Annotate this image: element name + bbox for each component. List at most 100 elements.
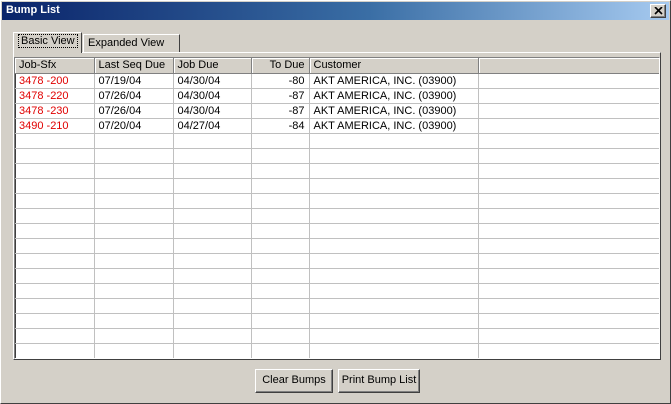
column-header-customer[interactable]: Customer — [309, 58, 479, 74]
empty-cell — [478, 208, 659, 224]
column-header-job-due[interactable]: Job Due — [173, 58, 252, 74]
column-header-filler — [478, 58, 659, 74]
close-icon — [654, 7, 663, 15]
print-bump-list-button[interactable]: Print Bump List — [338, 369, 420, 393]
empty-cell — [251, 238, 310, 254]
empty-cell — [251, 268, 310, 284]
empty-cell — [15, 178, 95, 194]
tab-expanded-view[interactable]: Expanded View — [83, 34, 180, 52]
table-header-row: Job-Sfx Last Seq Due Job Due To Due Cust… — [15, 58, 659, 74]
empty-cell — [15, 253, 95, 269]
empty-cell — [94, 163, 174, 179]
cell-customer: AKT AMERICA, INC. (03900) — [309, 73, 479, 89]
empty-cell — [94, 253, 174, 269]
cell-job-sfx: 3478 -200 — [15, 73, 95, 89]
bump-list-window: Bump List Basic View Expanded View Job-S… — [0, 0, 671, 404]
empty-cell — [173, 253, 252, 269]
empty-table-row — [15, 313, 659, 329]
table-row[interactable]: 3490 -210 07/20/04 04/27/04 -84 AKT AMER… — [15, 118, 659, 134]
empty-cell — [173, 298, 252, 314]
table-row[interactable]: 3478 -220 07/26/04 04/30/04 -87 AKT AMER… — [15, 88, 659, 104]
empty-cell — [251, 283, 310, 299]
cell-to-due: -87 — [251, 88, 310, 104]
empty-cell — [309, 208, 479, 224]
empty-cell — [309, 328, 479, 344]
cell-last-seq-due: 07/19/04 — [94, 73, 174, 89]
empty-cell — [94, 313, 174, 329]
empty-cell — [15, 148, 95, 164]
empty-cell — [15, 208, 95, 224]
table-row[interactable]: 3478 -230 07/26/04 04/30/04 -87 AKT AMER… — [15, 103, 659, 119]
empty-cell — [309, 178, 479, 194]
empty-cell — [309, 253, 479, 269]
empty-cell — [173, 328, 252, 344]
empty-cell — [173, 268, 252, 284]
empty-cell — [309, 313, 479, 329]
empty-cell — [478, 268, 659, 284]
empty-cell — [478, 178, 659, 194]
empty-cell — [94, 328, 174, 344]
cell-last-seq-due: 07/26/04 — [94, 88, 174, 104]
empty-table-row — [15, 223, 659, 239]
empty-cell — [251, 313, 310, 329]
empty-cell — [251, 193, 310, 209]
empty-cell — [94, 238, 174, 254]
empty-cell — [478, 283, 659, 299]
empty-cell — [251, 328, 310, 344]
table-row[interactable]: 3478 -200 07/19/04 04/30/04 -80 AKT AMER… — [15, 73, 659, 89]
empty-cell — [309, 343, 479, 358]
empty-cell — [173, 313, 252, 329]
cell-job-due: 04/30/04 — [173, 73, 252, 89]
empty-cell — [251, 223, 310, 239]
tab-panel: Job-Sfx Last Seq Due Job Due To Due Cust… — [13, 52, 661, 360]
empty-cell — [15, 283, 95, 299]
empty-cell — [478, 148, 659, 164]
bump-table: Job-Sfx Last Seq Due Job Due To Due Cust… — [15, 58, 659, 358]
empty-cell — [173, 163, 252, 179]
empty-table-row — [15, 133, 659, 149]
empty-table-row — [15, 178, 659, 194]
empty-cell — [309, 193, 479, 209]
empty-cell — [309, 268, 479, 284]
empty-cell — [173, 208, 252, 224]
tab-expanded-view-label: Expanded View — [88, 37, 165, 49]
title-bar[interactable]: Bump List — [2, 2, 669, 20]
cell-last-seq-due: 07/26/04 — [94, 103, 174, 119]
empty-cell — [15, 193, 95, 209]
empty-table-row — [15, 298, 659, 314]
cell-job-sfx: 3478 -230 — [15, 103, 95, 119]
empty-table-row — [15, 328, 659, 344]
table-body: 3478 -200 07/19/04 04/30/04 -80 AKT AMER… — [15, 73, 659, 358]
empty-cell — [478, 298, 659, 314]
empty-cell — [173, 343, 252, 358]
cell-to-due: -84 — [251, 118, 310, 134]
empty-table-row — [15, 283, 659, 299]
empty-cell — [478, 193, 659, 209]
empty-table-row — [15, 163, 659, 179]
empty-cell — [15, 328, 95, 344]
empty-cell — [94, 208, 174, 224]
empty-cell — [478, 133, 659, 149]
tab-basic-view-label: Basic View — [18, 34, 78, 48]
empty-table-row — [15, 148, 659, 164]
cell-customer: AKT AMERICA, INC. (03900) — [309, 88, 479, 104]
column-header-job-sfx[interactable]: Job-Sfx — [15, 58, 95, 74]
empty-table-row — [15, 268, 659, 284]
empty-cell — [173, 148, 252, 164]
empty-cell — [173, 283, 252, 299]
empty-cell — [251, 208, 310, 224]
empty-cell — [309, 133, 479, 149]
empty-cell — [94, 193, 174, 209]
cell-job-sfx: 3478 -220 — [15, 88, 95, 104]
clear-bumps-button[interactable]: Clear Bumps — [255, 369, 333, 393]
bump-list-grid[interactable]: Job-Sfx Last Seq Due Job Due To Due Cust… — [14, 57, 660, 359]
empty-table-row — [15, 208, 659, 224]
column-header-last-seq-due[interactable]: Last Seq Due — [94, 58, 174, 74]
column-header-to-due[interactable]: To Due — [251, 58, 310, 74]
empty-cell — [478, 163, 659, 179]
empty-cell — [15, 343, 95, 358]
tab-basic-view[interactable]: Basic View — [13, 32, 82, 53]
cell-filler — [478, 73, 659, 89]
close-button[interactable] — [650, 4, 666, 18]
empty-cell — [94, 223, 174, 239]
